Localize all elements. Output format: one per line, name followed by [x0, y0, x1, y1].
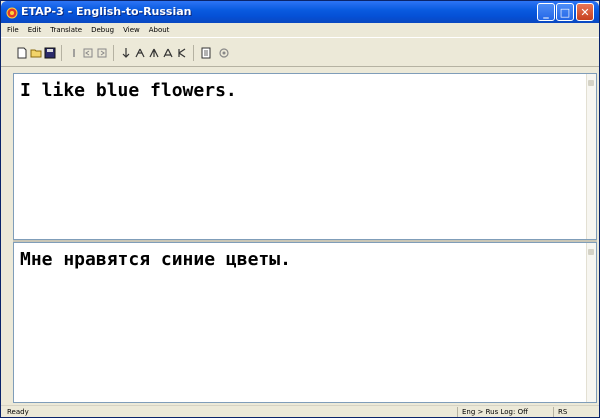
translate-next-button[interactable] — [95, 46, 109, 60]
status-bar: Ready Eng > Rus Log: Off RS — [1, 405, 599, 417]
close-button[interactable]: ✕ — [576, 3, 594, 21]
open-button[interactable] — [29, 46, 43, 60]
menu-bar: File Edit Translate Debug View About — [1, 23, 599, 37]
status-text: Ready — [7, 408, 29, 416]
source-scrollbar[interactable] — [586, 74, 596, 239]
scroll-up-icon[interactable] — [588, 80, 594, 86]
morphology-tree-icon — [149, 48, 159, 58]
status-direction: Eng > Rus Log: Off — [457, 407, 528, 417]
source-text-pane[interactable]: I like blue flowers. — [13, 73, 597, 240]
translate-prev-icon — [83, 48, 93, 58]
save-button[interactable] — [43, 46, 57, 60]
window-title: ETAP-3 - English-to-Russian — [21, 5, 192, 18]
scroll-up-icon[interactable] — [588, 249, 594, 255]
menu-view[interactable]: View — [123, 23, 140, 37]
maximize-button[interactable]: □ — [556, 3, 574, 21]
new-document-icon — [17, 47, 27, 59]
toolbar-separator — [193, 45, 194, 61]
target-text-pane[interactable]: Мне нравятся синие цветы. — [13, 242, 597, 403]
menu-edit[interactable]: Edit — [28, 23, 42, 37]
close-icon: ✕ — [580, 5, 590, 19]
menu-translate[interactable]: Translate — [50, 23, 82, 37]
syntax-tree-icon — [135, 48, 145, 58]
semantic-tree-icon — [163, 48, 173, 58]
translate-next-icon — [97, 48, 107, 58]
tree-down-icon — [122, 48, 130, 58]
title-bar[interactable]: ETAP-3 - English-to-Russian _ □ ✕ — [1, 1, 599, 23]
translate-sentence-button[interactable] — [67, 46, 81, 60]
minimize-button[interactable]: _ — [537, 3, 555, 21]
lexical-tree-icon — [178, 48, 186, 58]
dictionary-icon — [201, 47, 211, 59]
tree-down-button[interactable] — [119, 46, 133, 60]
save-disk-icon — [44, 47, 56, 59]
minimize-icon: _ — [543, 5, 549, 19]
morphology-tree-button[interactable] — [147, 46, 161, 60]
semantic-tree-button[interactable] — [161, 46, 175, 60]
open-folder-icon — [30, 49, 42, 58]
status-mode: RS — [553, 407, 567, 417]
app-icon — [6, 6, 18, 19]
settings-icon — [219, 48, 229, 58]
toolbar-separator — [61, 45, 62, 61]
maximize-icon: □ — [559, 5, 571, 19]
translate-sentence-icon — [73, 49, 75, 57]
syntax-tree-button[interactable] — [133, 46, 147, 60]
menu-debug[interactable]: Debug — [91, 23, 114, 37]
target-scrollbar[interactable] — [586, 243, 596, 402]
app-window: ETAP-3 - English-to-Russian _ □ ✕ File E… — [0, 0, 600, 418]
source-text[interactable]: I like blue flowers. — [20, 80, 237, 101]
menu-about[interactable]: About — [149, 23, 170, 37]
settings-button[interactable] — [217, 46, 231, 60]
new-document-button[interactable] — [15, 46, 29, 60]
dictionary-button[interactable] — [199, 46, 213, 60]
toolbar — [1, 37, 599, 67]
target-text[interactable]: Мне нравятся синие цветы. — [20, 249, 291, 270]
translate-prev-button[interactable] — [81, 46, 95, 60]
toolbar-separator — [113, 45, 114, 61]
menu-file[interactable]: File — [7, 23, 19, 37]
lexical-tree-button[interactable] — [175, 46, 189, 60]
